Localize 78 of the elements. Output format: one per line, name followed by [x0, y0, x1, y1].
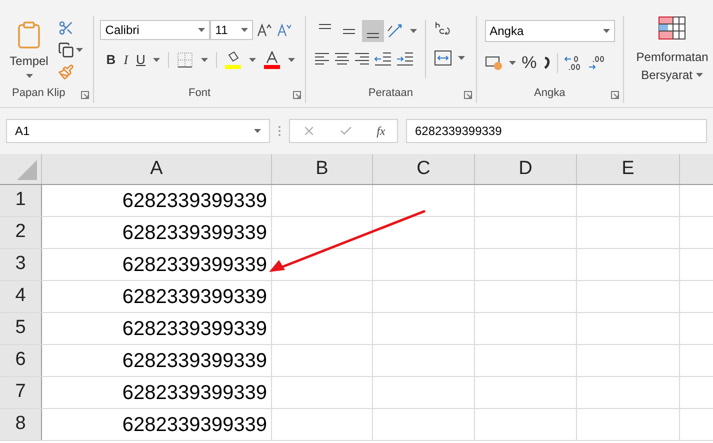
row-header[interactable]: 6 [0, 345, 42, 376]
table-cell: 6282339399339 [42, 377, 272, 408]
caret-icon [410, 29, 417, 33]
caret-icon [241, 28, 248, 32]
paste-button[interactable]: Tempel [8, 20, 50, 80]
caret-icon [288, 58, 296, 62]
row-header[interactable]: 5 [0, 313, 42, 344]
align-lines-icon [342, 28, 355, 34]
row-header[interactable]: 2 [0, 217, 42, 248]
dialog-launcher-icon[interactable] [292, 91, 301, 99]
decrease-decimal-icon[interactable] [588, 54, 606, 71]
column-header[interactable]: D [475, 154, 577, 184]
formula-input[interactable]: 6282339399339 [406, 119, 707, 143]
font-color-icon[interactable] [264, 50, 280, 69]
caret-icon [201, 58, 208, 62]
name-box[interactable]: A1 [6, 119, 270, 143]
column-header[interactable]: C [373, 154, 475, 184]
table-cell: 6282339399339 [42, 345, 272, 376]
align-center-icon[interactable] [334, 52, 350, 66]
row-header[interactable]: 3 [0, 249, 42, 280]
caret-icon [249, 58, 256, 62]
copy-icon[interactable] [58, 42, 74, 58]
group-label: Papan Klip [12, 86, 66, 100]
comma-style-icon[interactable] [542, 56, 551, 70]
table-cell: 6282339399339 [42, 313, 272, 344]
group-label: Angka [534, 86, 566, 100]
align-lines-icon [366, 33, 379, 38]
percent-button[interactable]: % [522, 50, 537, 76]
font-size-dropdown[interactable]: 11 [210, 20, 254, 40]
underline-button[interactable]: U [136, 50, 146, 70]
drag-handle-icon[interactable] [278, 125, 281, 137]
align-left-icon[interactable] [314, 52, 330, 66]
align-right-icon[interactable] [354, 52, 370, 66]
dialog-launcher-icon[interactable] [464, 91, 472, 99]
scissors-icon[interactable] [58, 20, 74, 36]
column-header[interactable]: B [272, 154, 373, 184]
align-lines-icon [318, 24, 331, 29]
caret-icon [602, 29, 610, 33]
increase-decimal-icon[interactable] [564, 54, 582, 71]
number-format-dropdown[interactable]: Angka [484, 20, 615, 42]
row-header[interactable]: 4 [0, 281, 42, 312]
bold-button[interactable]: B [106, 50, 116, 70]
dialog-launcher-icon[interactable] [81, 91, 90, 99]
caret-icon [696, 73, 704, 77]
table-cell: 6282339399339 [42, 281, 272, 312]
triangle-icon [17, 160, 37, 180]
caret-icon [153, 58, 160, 62]
column-header[interactable]: E [577, 154, 680, 184]
insert-function-button[interactable]: fx [376, 122, 386, 140]
row-header[interactable]: 1 [0, 185, 42, 216]
caret-icon [26, 74, 32, 78]
group-label: Font [188, 86, 211, 100]
caret-icon [198, 28, 206, 32]
column-header[interactable]: A [42, 154, 272, 184]
row-header[interactable]: 8 [0, 409, 42, 440]
group-label: Perataan [368, 86, 414, 100]
grow-font-icon[interactable] [257, 23, 274, 37]
row-header[interactable]: 7 [0, 377, 42, 408]
caret-icon [254, 129, 261, 133]
caret-icon [508, 60, 516, 65]
shrink-font-icon[interactable] [277, 23, 294, 37]
currency-format-icon[interactable] [484, 54, 503, 71]
vertical-align-button[interactable] [362, 20, 384, 42]
decrease-indent-icon[interactable] [374, 52, 392, 66]
italic-button[interactable]: I [124, 50, 128, 70]
caret-icon [76, 48, 83, 52]
table-cell: 6282339399339 [42, 409, 272, 440]
merge-center-icon[interactable] [434, 50, 452, 66]
increase-indent-icon[interactable] [396, 52, 414, 66]
fill-color-icon[interactable] [225, 50, 242, 69]
dialog-launcher-icon[interactable] [610, 91, 619, 99]
caret-icon [458, 56, 465, 60]
borders-icon[interactable] [177, 52, 194, 68]
table-cell: 6282339399339 [42, 185, 272, 216]
font-name-dropdown[interactable]: Calibri [100, 20, 210, 40]
table-cell: 6282339399339 [42, 217, 272, 248]
conditional-formatting-button[interactable]: Pemformatan Bersyarat [624, 12, 713, 107]
conditional-formatting-icon [658, 16, 686, 40]
